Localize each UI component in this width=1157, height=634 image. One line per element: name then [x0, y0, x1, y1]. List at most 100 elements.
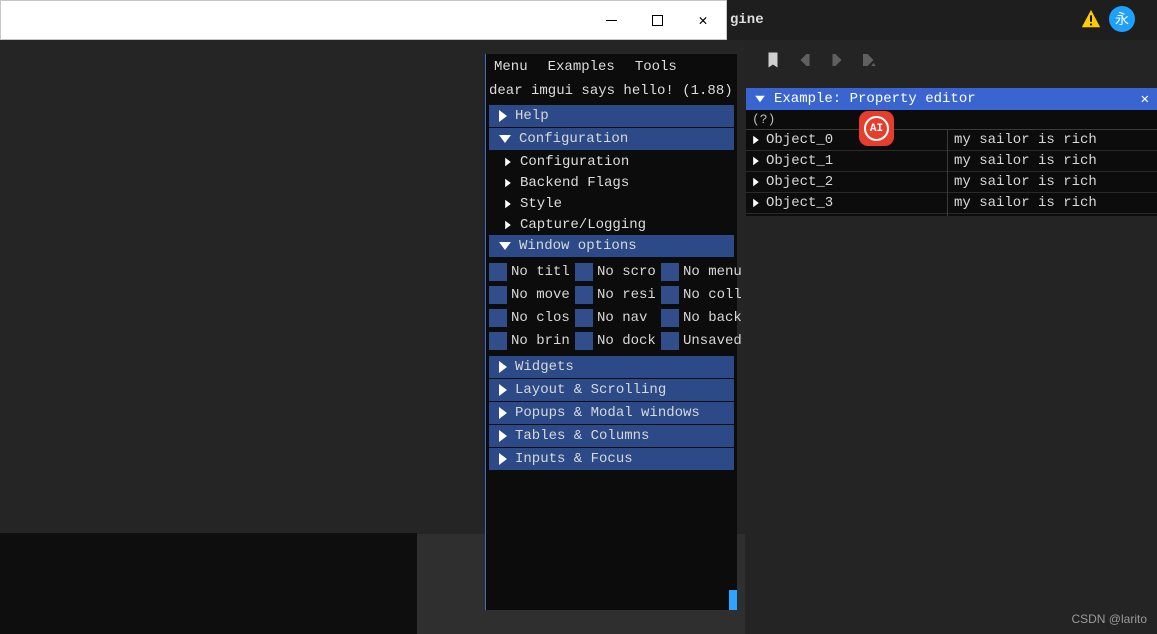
checkbox[interactable] — [489, 332, 507, 350]
window-controls — [588, 1, 726, 39]
maximize-button[interactable] — [634, 1, 680, 39]
checkbox[interactable] — [575, 309, 593, 327]
property-editor-window: Example: Property editor ✕ (?) Object_0 … — [746, 88, 1157, 216]
property-editor-help[interactable]: (?) — [746, 110, 1157, 129]
header-layout-scrolling[interactable]: Layout & Scrolling — [489, 379, 734, 401]
config-item-style[interactable]: Style — [486, 193, 737, 214]
warning-icon[interactable] — [1080, 8, 1102, 30]
resize-handle[interactable] — [729, 590, 737, 610]
imgui-demo-window: Menu Examples Tools dear imgui says hell… — [485, 54, 737, 610]
tree-node-object-2[interactable]: Object_2 — [746, 172, 947, 193]
close-icon[interactable]: ✕ — [1141, 91, 1149, 108]
tree-node-object-3[interactable]: Object_3 — [746, 193, 947, 214]
flag-left-icon[interactable] — [796, 51, 814, 69]
header-help[interactable]: Help — [489, 105, 734, 127]
minimize-button[interactable] — [588, 1, 634, 39]
header-widgets[interactable]: Widgets — [489, 356, 734, 378]
header-configuration[interactable]: Configuration — [489, 128, 734, 150]
checkbox[interactable] — [661, 286, 679, 304]
tree-node-label: Object_0 — [766, 132, 833, 148]
editor-toolbar — [746, 42, 1157, 78]
tree-node-label: Object_3 — [766, 195, 833, 211]
window-options-grid: No title No scrol No menu No move No res… — [486, 258, 737, 356]
close-button[interactable] — [680, 1, 726, 39]
caret-right-icon — [753, 136, 759, 144]
opt-no-resize[interactable]: No resiz — [575, 286, 655, 304]
caret-right-icon — [505, 157, 511, 165]
header-window-options-label: Window options — [519, 238, 637, 254]
opt-no-close[interactable]: No close — [489, 309, 569, 327]
property-value-text: my sailor is rich — [954, 174, 1097, 190]
imgui-menubar: Menu Examples Tools — [486, 54, 737, 80]
caret-right-icon — [505, 220, 511, 228]
opt-no-nav[interactable]: No nav — [575, 309, 655, 327]
opt-no-collapse[interactable]: No coll — [661, 286, 741, 304]
property-tree: Object_0 Object_1 Object_2 Object_3 — [746, 130, 948, 216]
caret-right-icon — [753, 178, 759, 186]
opt-no-background[interactable]: No back — [661, 309, 741, 327]
opt-label: No scrol — [597, 264, 655, 280]
config-item-capture-logging[interactable]: Capture/Logging — [486, 214, 737, 235]
property-value-text: my sailor is rich — [954, 153, 1097, 169]
property-value-row[interactable]: my sailor is rich — [948, 130, 1157, 151]
header-popups-label: Popups & Modal windows — [515, 405, 700, 421]
checkbox[interactable] — [661, 332, 679, 350]
config-item-label: Style — [520, 196, 562, 212]
opt-no-bring-front[interactable]: No bring — [489, 332, 569, 350]
checkbox[interactable] — [661, 263, 679, 281]
checkbox[interactable] — [575, 286, 593, 304]
opt-label: No back — [683, 310, 741, 326]
tree-node-object-1[interactable]: Object_1 — [746, 151, 947, 172]
property-value-row[interactable]: my sailor is rich — [948, 193, 1157, 214]
caret-right-icon — [499, 361, 507, 373]
flag-dropdown-icon[interactable] — [860, 51, 878, 69]
help-marker: (?) — [752, 112, 775, 127]
opt-no-title[interactable]: No title — [489, 263, 569, 281]
menu-item-examples[interactable]: Examples — [548, 59, 615, 75]
config-item-label: Capture/Logging — [520, 217, 646, 233]
opt-label: No bring — [511, 333, 569, 349]
property-value-row[interactable]: my sailor is rich — [948, 151, 1157, 172]
checkbox[interactable] — [489, 286, 507, 304]
bookmark-icon[interactable] — [764, 51, 782, 69]
checkbox[interactable] — [489, 263, 507, 281]
opt-label: No close — [511, 310, 569, 326]
property-editor-titlebar[interactable]: Example: Property editor ✕ — [746, 88, 1157, 110]
property-value-row[interactable]: my sailor is rich — [948, 172, 1157, 193]
opt-no-scrollbar[interactable]: No scrol — [575, 263, 655, 281]
menu-item-menu[interactable]: Menu — [494, 59, 528, 75]
caret-down-icon — [499, 242, 511, 250]
header-tables-columns[interactable]: Tables & Columns — [489, 425, 734, 447]
config-item-configuration[interactable]: Configuration — [486, 151, 737, 172]
menu-item-tools[interactable]: Tools — [635, 59, 677, 75]
header-window-options[interactable]: Window options — [489, 235, 734, 257]
checkbox[interactable] — [575, 332, 593, 350]
config-item-backend-flags[interactable]: Backend Flags — [486, 172, 737, 193]
opt-label: No move — [511, 287, 569, 303]
property-value-text: my sailor is rich — [954, 132, 1097, 148]
checkbox[interactable] — [489, 309, 507, 327]
caret-down-icon — [499, 135, 511, 143]
caret-right-icon — [499, 384, 507, 396]
opt-no-docking[interactable]: No docki — [575, 332, 655, 350]
checkbox[interactable] — [661, 309, 679, 327]
tree-node-object-0[interactable]: Object_0 — [746, 130, 947, 151]
caret-right-icon — [499, 407, 507, 419]
opt-label: No title — [511, 264, 569, 280]
ai-badge[interactable]: AI — [859, 111, 894, 146]
flag-right-icon[interactable] — [828, 51, 846, 69]
opt-no-menu[interactable]: No menu — [661, 263, 741, 281]
caret-right-icon — [505, 178, 511, 186]
header-inputs-focus[interactable]: Inputs & Focus — [489, 448, 734, 470]
imgui-hello-text: dear imgui says hello! (1.88) (1880 — [486, 80, 737, 105]
bottom-console-panel — [0, 533, 417, 634]
opt-label: No docki — [597, 333, 655, 349]
config-item-label: Backend Flags — [520, 175, 629, 191]
user-avatar-badge[interactable]: 永 — [1109, 6, 1135, 32]
checkbox[interactable] — [575, 263, 593, 281]
opt-unsaved-document[interactable]: Unsaved — [661, 332, 741, 350]
header-popups-modal[interactable]: Popups & Modal windows — [489, 402, 734, 424]
tree-node-label: Object_2 — [766, 174, 833, 190]
watermark: CSDN @larito — [1071, 612, 1147, 626]
opt-no-move[interactable]: No move — [489, 286, 569, 304]
